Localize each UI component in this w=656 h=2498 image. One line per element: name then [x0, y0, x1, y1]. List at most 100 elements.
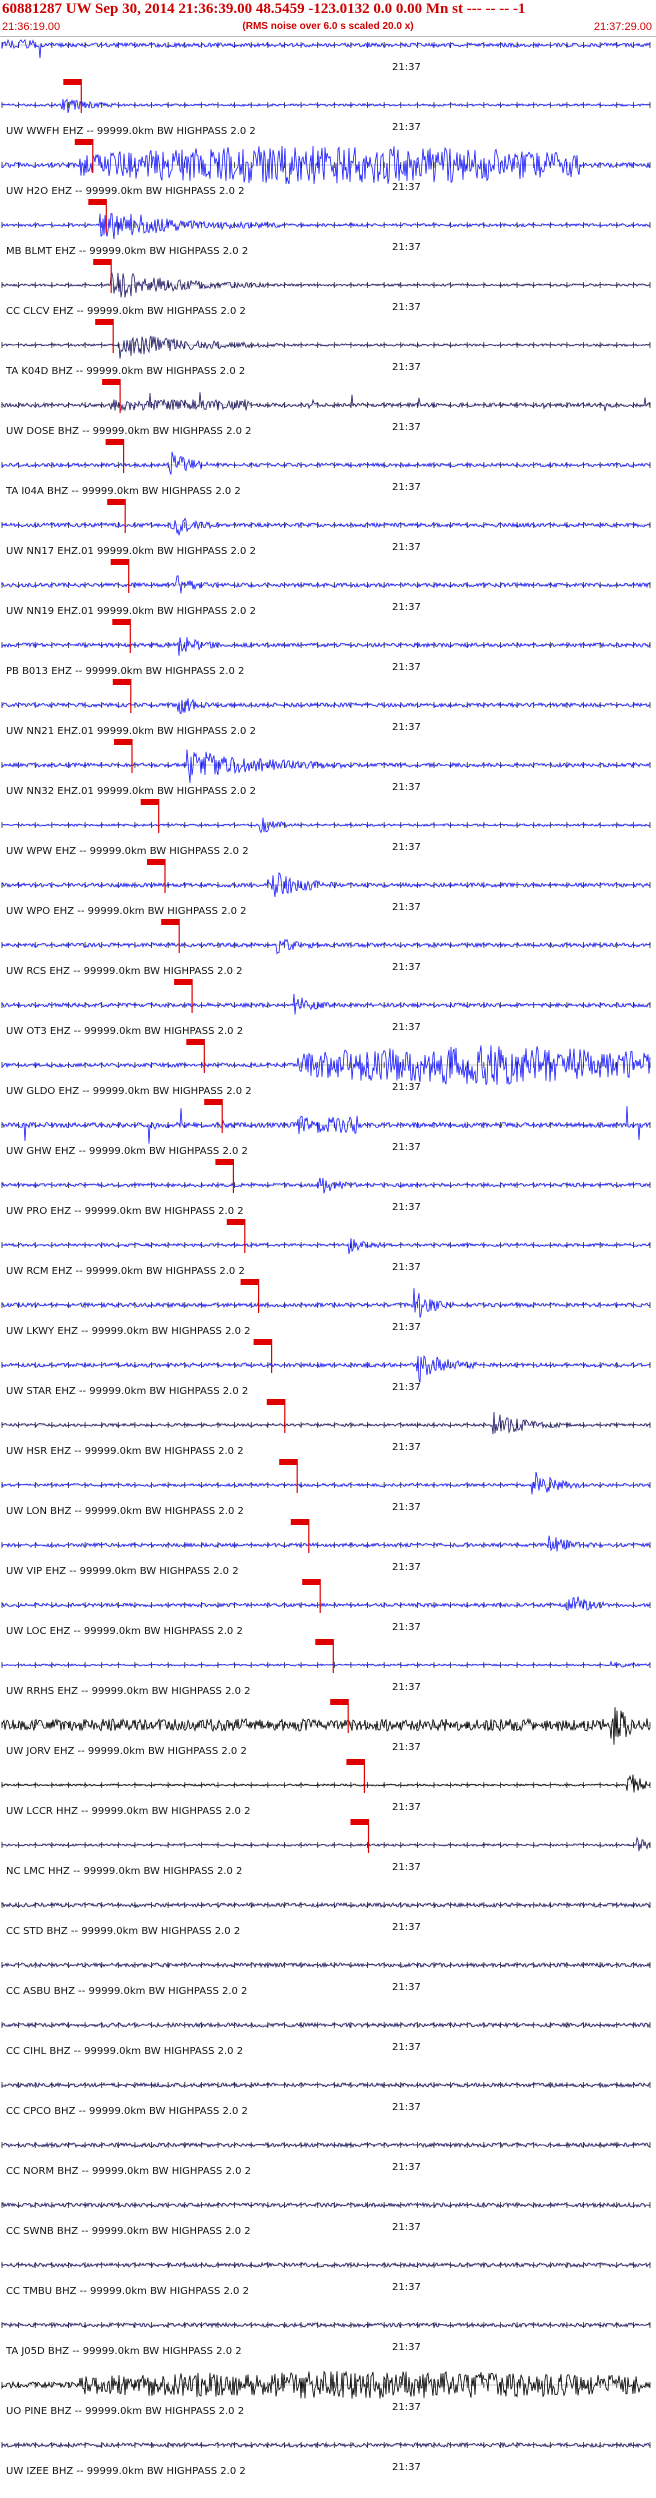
- trace-group: UW JORV EHZ -- 99999.0km BW HIGHPASS 2.0…: [1, 1699, 651, 1757]
- minute-label: 21:37: [392, 842, 421, 853]
- trace-group: UW LKWY EHZ -- 99999.0km BW HIGHPASS 2.0…: [1, 1279, 651, 1337]
- waveform-trace: [1, 1238, 651, 1254]
- station-label: UW LOC EHZ -- 99999.0km BW HIGHPASS 2.0 …: [6, 1626, 243, 1637]
- minute-label: 21:37: [392, 902, 421, 913]
- phase-pick-flag: [102, 379, 121, 385]
- minute-label: 21:37: [392, 1622, 421, 1633]
- minute-label: 21:37: [392, 2162, 421, 2173]
- trace-group: CC TMBU BHZ -- 99999.0km BW HIGHPASS 2.0…: [1, 2261, 651, 2297]
- station-label: UW LCCR HHZ -- 99999.0km BW HIGHPASS 2.0…: [6, 1806, 250, 1817]
- phase-pick-flag: [240, 1279, 259, 1285]
- station-label: UW IZEE BHZ -- 99999.0km BW HIGHPASS 2.0…: [6, 2466, 246, 2477]
- waveform-trace: [1, 993, 651, 1015]
- minute-label: 21:37: [392, 1382, 421, 1393]
- phase-pick-flag: [266, 1399, 285, 1405]
- waveform-trace: [1, 637, 651, 656]
- station-label: UW LON BHZ -- 99999.0km BW HIGHPASS 2.0 …: [6, 1506, 244, 1517]
- waveform-trace: [1, 38, 651, 59]
- seismogram-plot: 21:37 UW WWFH EHZ -- 99999.0km BW HIGHPAS…: [1, 38, 651, 2477]
- trace-group: UW NN32 EHZ.01 99999.0km BW HIGHPASS 2.0…: [1, 739, 651, 797]
- minute-label: 21:37: [392, 2222, 421, 2233]
- phase-pick-flag: [112, 619, 131, 625]
- minute-label: 21:37: [392, 2342, 421, 2353]
- trace-group: MB BLMT EHZ -- 99999.0km BW HIGHPASS 2.0…: [1, 199, 651, 257]
- trace-group: TA I04A BHZ -- 99999.0km BW HIGHPASS 2.0…: [1, 439, 651, 497]
- phase-pick-flag: [315, 1639, 334, 1645]
- phase-pick-flag: [346, 1759, 365, 1765]
- trace-group: CC CLCV EHZ -- 99999.0km BW HIGHPASS 2.0…: [1, 259, 651, 317]
- waveform-trace: [1, 1411, 651, 1435]
- trace-group: UW IZEE BHZ -- 99999.0km BW HIGHPASS 2.0…: [1, 2441, 651, 2477]
- station-label: CC NORM BHZ -- 99999.0km BW HIGHPASS 2.0…: [6, 2166, 251, 2177]
- waveform-trace: [1, 392, 651, 412]
- phase-pick-flag: [204, 1099, 223, 1105]
- minute-label: 21:37: [392, 1202, 421, 1213]
- trace-group: PB B013 EHZ -- 99999.0km BW HIGHPASS 2.0…: [1, 619, 651, 677]
- station-label: UW H2O EHZ -- 99999.0km BW HIGHPASS 2.0 …: [6, 186, 245, 197]
- trace-group: UW RRHS EHZ -- 99999.0km BW HIGHPASS 2.0…: [1, 1639, 651, 1697]
- minute-label: 21:37: [392, 2462, 421, 2473]
- trace-group: CC NORM BHZ -- 99999.0km BW HIGHPASS 2.0…: [1, 2141, 651, 2177]
- minute-label: 21:37: [392, 1922, 421, 1933]
- trace-group: CC STD BHZ -- 99999.0km BW HIGHPASS 2.0 …: [1, 1901, 651, 1937]
- phase-pick-flag: [107, 499, 126, 505]
- trace-group: UW WWFH EHZ -- 99999.0km BW HIGHPASS 2.0…: [1, 79, 651, 137]
- station-label: UO PINE BHZ -- 99999.0km BW HIGHPASS 2.0…: [6, 2406, 244, 2417]
- trace-group: UW VIP EHZ -- 99999.0km BW HIGHPASS 2.0 …: [1, 1519, 651, 1577]
- station-label: CC CPCO BHZ -- 99999.0km BW HIGHPASS 2.0…: [6, 2106, 248, 2117]
- minute-label: 21:37: [392, 1322, 421, 1333]
- phase-pick-flag: [253, 1339, 272, 1345]
- phase-pick-flag: [112, 679, 131, 685]
- minute-label: 21:37: [392, 362, 421, 373]
- station-label: TA J05D BHZ -- 99999.0km BW HIGHPASS 2.0…: [5, 2346, 242, 2357]
- station-label: UW RCS EHZ -- 99999.0km BW HIGHPASS 2.0 …: [6, 966, 243, 977]
- waveform-trace: [1, 1774, 651, 1793]
- phase-pick-flag: [114, 739, 132, 745]
- station-label: CC TMBU BHZ -- 99999.0km BW HIGHPASS 2.0…: [6, 2286, 249, 2297]
- minute-label: 21:37: [392, 1742, 421, 1753]
- station-label: UW NN19 EHZ.01 99999.0km BW HIGHPASS 2.0…: [6, 606, 256, 617]
- phase-pick-flag: [105, 439, 124, 445]
- station-label: UW VIP EHZ -- 99999.0km BW HIGHPASS 2.0 …: [6, 1566, 239, 1577]
- trace-group: TA J05D BHZ -- 99999.0km BW HIGHPASS 2.0…: [1, 2321, 651, 2357]
- minute-label: 21:37: [392, 1442, 421, 1453]
- trace-group: UW GLDO EHZ -- 99999.0km BW HIGHPASS 2.0…: [1, 1039, 651, 1097]
- station-label: UW JORV EHZ -- 99999.0km BW HIGHPASS 2.0…: [6, 1746, 247, 1757]
- waveform-trace: [1, 213, 651, 240]
- station-label: UW PRO EHZ -- 99999.0km BW HIGHPASS 2.0 …: [6, 1206, 244, 1217]
- waveform-trace: [1, 98, 651, 113]
- station-label: UW GHW EHZ -- 99999.0km BW HIGHPASS 2.0 …: [6, 1146, 248, 1157]
- station-label: UW NN21 EHZ.01 99999.0km BW HIGHPASS 2.0…: [6, 726, 256, 737]
- minute-label: 21:37: [392, 62, 421, 73]
- trace-group: UW NN21 EHZ.01 99999.0km BW HIGHPASS 2.0…: [1, 679, 651, 737]
- trace-group: CC ASBU BHZ -- 99999.0km BW HIGHPASS 2.0…: [1, 1961, 651, 1997]
- waveform-trace: [1, 451, 651, 475]
- phase-pick-flag: [95, 319, 114, 325]
- waveform-trace: [1, 575, 651, 594]
- trace-group: TA K04D BHZ -- 99999.0km BW HIGHPASS 2.0…: [1, 319, 651, 377]
- minute-label: 21:37: [392, 1082, 421, 1093]
- phase-pick-flag: [147, 859, 165, 865]
- waveform-trace: [1, 749, 650, 783]
- phase-pick-flag: [290, 1519, 309, 1525]
- minute-label: 21:37: [392, 662, 421, 673]
- trace-group: NC LMC HHZ -- 99999.0km BW HIGHPASS 2.0 …: [1, 1819, 651, 1877]
- waveform-trace: [1, 698, 651, 715]
- trace-group: UW WPO EHZ -- 99999.0km BW HIGHPASS 2.0 …: [1, 859, 651, 917]
- minute-label: 21:37: [392, 722, 421, 733]
- trace-group: UW RCM EHZ -- 99999.0km BW HIGHPASS 2.0 …: [1, 1219, 651, 1277]
- waveform-trace: [1, 1288, 651, 1318]
- trace-group: UW NN19 EHZ.01 99999.0km BW HIGHPASS 2.0…: [1, 559, 651, 617]
- plot-header: 60881287 UW Sep 30, 2014 21:36:39.00 48.…: [0, 0, 656, 37]
- trace-group: UW DOSE BHZ -- 99999.0km BW HIGHPASS 2.0…: [1, 379, 651, 437]
- minute-label: 21:37: [392, 422, 421, 433]
- trace-group: UW NN17 EHZ.01 99999.0km BW HIGHPASS 2.0…: [1, 499, 651, 557]
- phase-pick-flag: [161, 919, 180, 925]
- waveform-trace: [1, 1596, 651, 1611]
- end-time: 21:37:29.00: [593, 21, 652, 33]
- station-label: UW NN32 EHZ.01 99999.0km BW HIGHPASS 2.0…: [6, 786, 256, 797]
- waveform-trace: [1, 1535, 651, 1552]
- phase-pick-flag: [174, 979, 193, 985]
- station-label: CC ASBU BHZ -- 99999.0km BW HIGHPASS 2.0…: [6, 1986, 247, 1997]
- station-label: UW RRHS EHZ -- 99999.0km BW HIGHPASS 2.0…: [6, 1686, 251, 1697]
